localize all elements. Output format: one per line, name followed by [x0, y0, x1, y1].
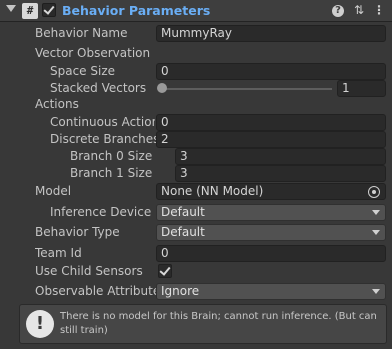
model-object-field[interactable]: None (NN Model) [156, 183, 386, 200]
behavior-name-input[interactable]: MummyRay [156, 25, 386, 42]
space-size-label: Space Size [50, 64, 116, 78]
component-header[interactable]: # Behavior Parameters ? ⇅ ⋮ [0, 0, 392, 22]
branch-0-size-label: Branch 0 Size [70, 149, 153, 163]
use-child-sensors-checkbox[interactable] [158, 264, 172, 278]
branch-1-size-label: Branch 1 Size [70, 166, 153, 180]
chevron-down-icon [372, 230, 380, 235]
behavior-type-row: Behavior Type Default [0, 224, 392, 242]
model-row: Model None (NN Model) [0, 183, 392, 201]
preset-icon[interactable]: ⇅ [352, 3, 366, 17]
behavior-type-value: Default [161, 225, 205, 239]
object-picker-icon[interactable] [368, 186, 380, 198]
team-id-label: Team Id [35, 246, 82, 260]
stacked-vectors-slider-track[interactable] [162, 88, 332, 90]
branch-1-size-input[interactable]: 3 [175, 165, 386, 182]
observable-attribute-dropdown[interactable]: Ignore [156, 283, 386, 300]
branch-0-size-input[interactable]: 3 [175, 148, 386, 165]
stacked-vectors-input[interactable]: 1 [337, 80, 386, 97]
discrete-branches-input[interactable]: 2 [156, 131, 386, 148]
actions-row: Actions [0, 96, 392, 114]
behavior-type-label: Behavior Type [35, 225, 120, 239]
warning-help-box: ! There is no model for this Brain; cann… [19, 304, 387, 344]
component-title: Behavior Parameters [62, 3, 211, 18]
warning-icon: ! [26, 310, 54, 338]
script-icon: # [22, 3, 38, 19]
observable-attribute-row: Observable Attribute Handling Ignore [0, 283, 392, 301]
actions-heading: Actions [35, 97, 79, 111]
discrete-branches-label: Discrete Branches [50, 132, 160, 146]
help-icon[interactable]: ? [332, 5, 344, 17]
stacked-vectors-slider-thumb[interactable] [157, 83, 167, 93]
continuous-actions-row: Continuous Actions 0 [0, 114, 392, 132]
more-options-icon[interactable]: ⋮ [372, 3, 386, 17]
stacked-vectors-label: Stacked Vectors [50, 81, 147, 95]
inference-device-label: Inference Device [50, 205, 152, 219]
discrete-branches-row: Discrete Branches 2 [0, 131, 392, 149]
branch-1-size-row: Branch 1 Size 3 [0, 165, 392, 183]
inference-device-row: Inference Device Default [0, 204, 392, 222]
use-child-sensors-row: Use Child Sensors [0, 263, 392, 281]
space-size-input[interactable]: 0 [156, 63, 386, 80]
team-id-input[interactable]: 0 [156, 245, 386, 262]
model-value: None (NN Model) [161, 184, 264, 198]
team-id-row: Team Id 0 [0, 245, 392, 263]
foldout-arrow-icon[interactable] [6, 5, 16, 12]
model-label: Model [35, 184, 72, 198]
observable-attribute-label: Observable Attribute Handling [35, 284, 156, 298]
inference-device-value: Default [161, 205, 205, 219]
branch-0-size-row: Branch 0 Size 3 [0, 148, 392, 166]
use-child-sensors-label: Use Child Sensors [35, 264, 143, 278]
space-size-row: Space Size 0 [0, 63, 392, 81]
inference-device-dropdown[interactable]: Default [156, 204, 386, 221]
component-enabled-checkbox[interactable] [42, 3, 56, 17]
behavior-name-label: Behavior Name [35, 26, 128, 40]
chevron-down-icon [372, 289, 380, 294]
behavior-type-dropdown[interactable]: Default [156, 224, 386, 241]
chevron-down-icon [372, 210, 380, 215]
vector-observation-heading: Vector Observation [35, 46, 151, 60]
continuous-actions-label: Continuous Actions [50, 115, 155, 129]
warning-message: There is no model for this Brain; cannot… [60, 311, 377, 336]
observable-attribute-value: Ignore [161, 284, 200, 298]
continuous-actions-input[interactable]: 0 [156, 114, 386, 131]
vector-observation-row: Vector Observation [0, 45, 392, 63]
behavior-name-row: Behavior Name MummyRay [0, 25, 392, 43]
